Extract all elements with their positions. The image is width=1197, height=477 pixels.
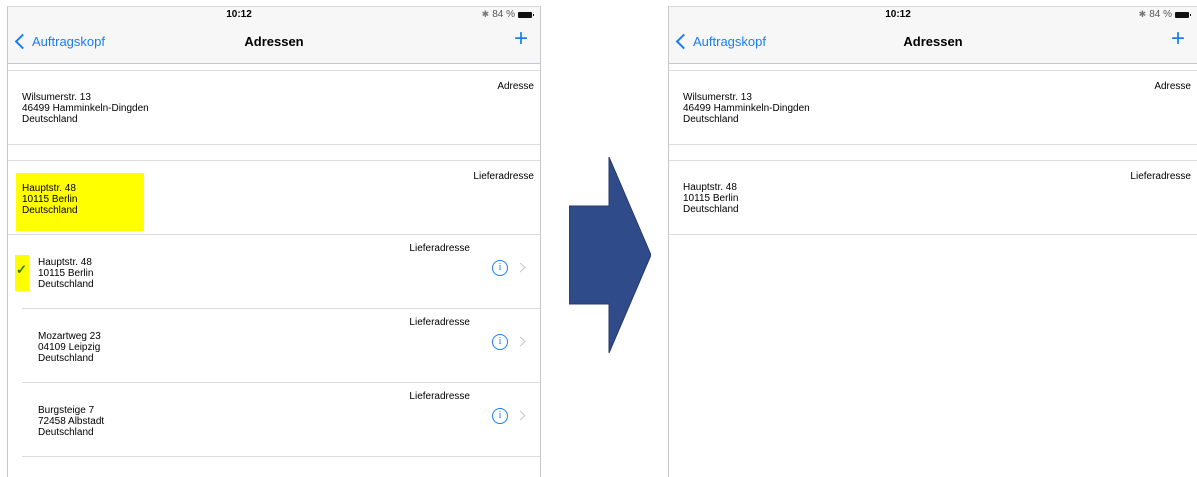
address-type: Lieferadresse [473,171,534,182]
address-line: Wilsumerstr. 13 [22,92,91,103]
address-line: Deutschland [38,353,94,364]
address-line: Mozartweg 23 [38,331,101,342]
battery-indicator: ✱ 84 % [1138,9,1191,20]
section-separator [669,145,1197,161]
right-arrow-icon [569,157,651,353]
address-list: Adresse Wilsumerstr. 13 46499 Hamminkeln… [669,64,1197,235]
address-text: Hauptstr. 48 10115 Berlin Deutschland [22,183,78,216]
add-button[interactable]: + [1171,27,1185,51]
add-button[interactable]: + [514,27,528,51]
address-text: Wilsumerstr. 13 46499 Hamminkeln-Dingden… [22,92,149,125]
navigation-bar: Auftragskopf Adressen + [8,23,540,64]
bluetooth-icon: ✱ [481,9,490,19]
page-title: Adressen [903,34,963,49]
info-icon[interactable]: i [492,408,508,424]
address-text: Hauptstr. 48 10115 Berlin Deutschland [38,257,94,290]
address-list: Adresse Wilsumerstr. 13 46499 Hamminkeln… [8,64,540,457]
address-type: Lieferadresse [409,391,470,402]
address-type: Adresse [1154,81,1191,92]
address-line: 46499 Hamminkeln-Dingden [683,103,810,114]
delivery-option-row[interactable]: Lieferadresse Burgsteige 7 72458 Albstad… [22,383,540,457]
section-separator [8,64,540,71]
status-time: 10:12 [226,9,252,20]
address-type: Lieferadresse [1130,171,1191,182]
address-text: Mozartweg 23 04109 Leipzig Deutschland [38,331,101,364]
address-type: Lieferadresse [409,317,470,328]
address-line: 46499 Hamminkeln-Dingden [22,103,149,114]
address-text: Hauptstr. 48 10115 Berlin Deutschland [683,182,739,215]
navigation-bar: Auftragskopf Adressen + [669,23,1197,64]
chevron-right-icon [515,410,526,421]
address-row-main[interactable]: Adresse Wilsumerstr. 13 46499 Hamminkeln… [8,71,540,145]
battery-indicator: ✱ 84 % [481,9,534,20]
address-row-main[interactable]: Adresse Wilsumerstr. 13 46499 Hamminkeln… [669,71,1197,145]
address-line: Deutschland [22,205,78,216]
address-row-delivery[interactable]: Lieferadresse Hauptstr. 48 10115 Berlin … [8,161,540,235]
battery-icon [518,11,534,18]
address-line: Burgsteige 7 [38,405,95,416]
bluetooth-icon: ✱ [1138,9,1147,19]
address-line: Hauptstr. 48 [683,182,737,193]
chevron-right-icon [515,262,526,273]
address-line: Deutschland [683,204,739,215]
address-text: Wilsumerstr. 13 46499 Hamminkeln-Dingden… [683,92,810,125]
address-line: Wilsumerstr. 13 [683,92,752,103]
address-line: 10115 Berlin [38,268,94,279]
address-line: 72458 Albstadt [38,416,105,427]
section-separator [8,145,540,161]
info-icon[interactable]: i [492,260,508,276]
address-line: Deutschland [22,114,78,125]
address-type: Lieferadresse [409,243,470,254]
status-time: 10:12 [885,9,911,20]
page-title: Adressen [244,34,304,49]
chevron-right-icon [515,336,526,347]
address-line: 10115 Berlin [22,194,78,205]
battery-percent: 84 % [1149,9,1172,20]
screen-before: 10:12 ✱ 84 % Auftragskopf Adressen + Adr… [7,6,541,477]
status-bar: 10:12 ✱ 84 % [8,7,540,23]
address-line: 10115 Berlin [683,193,739,204]
address-line: Hauptstr. 48 [38,257,92,268]
address-line: 04109 Leipzig [38,342,101,353]
screen-after: 10:12 ✱ 84 % Auftragskopf Adressen + Adr… [668,6,1197,477]
address-type: Adresse [497,81,534,92]
status-bar: 10:12 ✱ 84 % [669,7,1197,23]
address-row-delivery[interactable]: Lieferadresse Hauptstr. 48 10115 Berlin … [669,161,1197,235]
info-icon[interactable]: i [492,334,508,350]
delivery-option-row[interactable]: Lieferadresse Mozartweg 23 04109 Leipzig… [22,309,540,383]
address-line: Deutschland [38,427,94,438]
delivery-option-row[interactable]: ✓ Lieferadresse Hauptstr. 48 10115 Berli… [15,235,540,309]
battery-icon [1175,11,1191,18]
address-text: Burgsteige 7 72458 Albstadt Deutschland [38,405,104,438]
battery-percent: 84 % [492,9,515,20]
section-separator [669,64,1197,71]
address-line: Deutschland [38,279,94,290]
address-line: Hauptstr. 48 [22,183,76,194]
checkmark-icon: ✓ [16,262,27,277]
address-line: Deutschland [683,114,739,125]
